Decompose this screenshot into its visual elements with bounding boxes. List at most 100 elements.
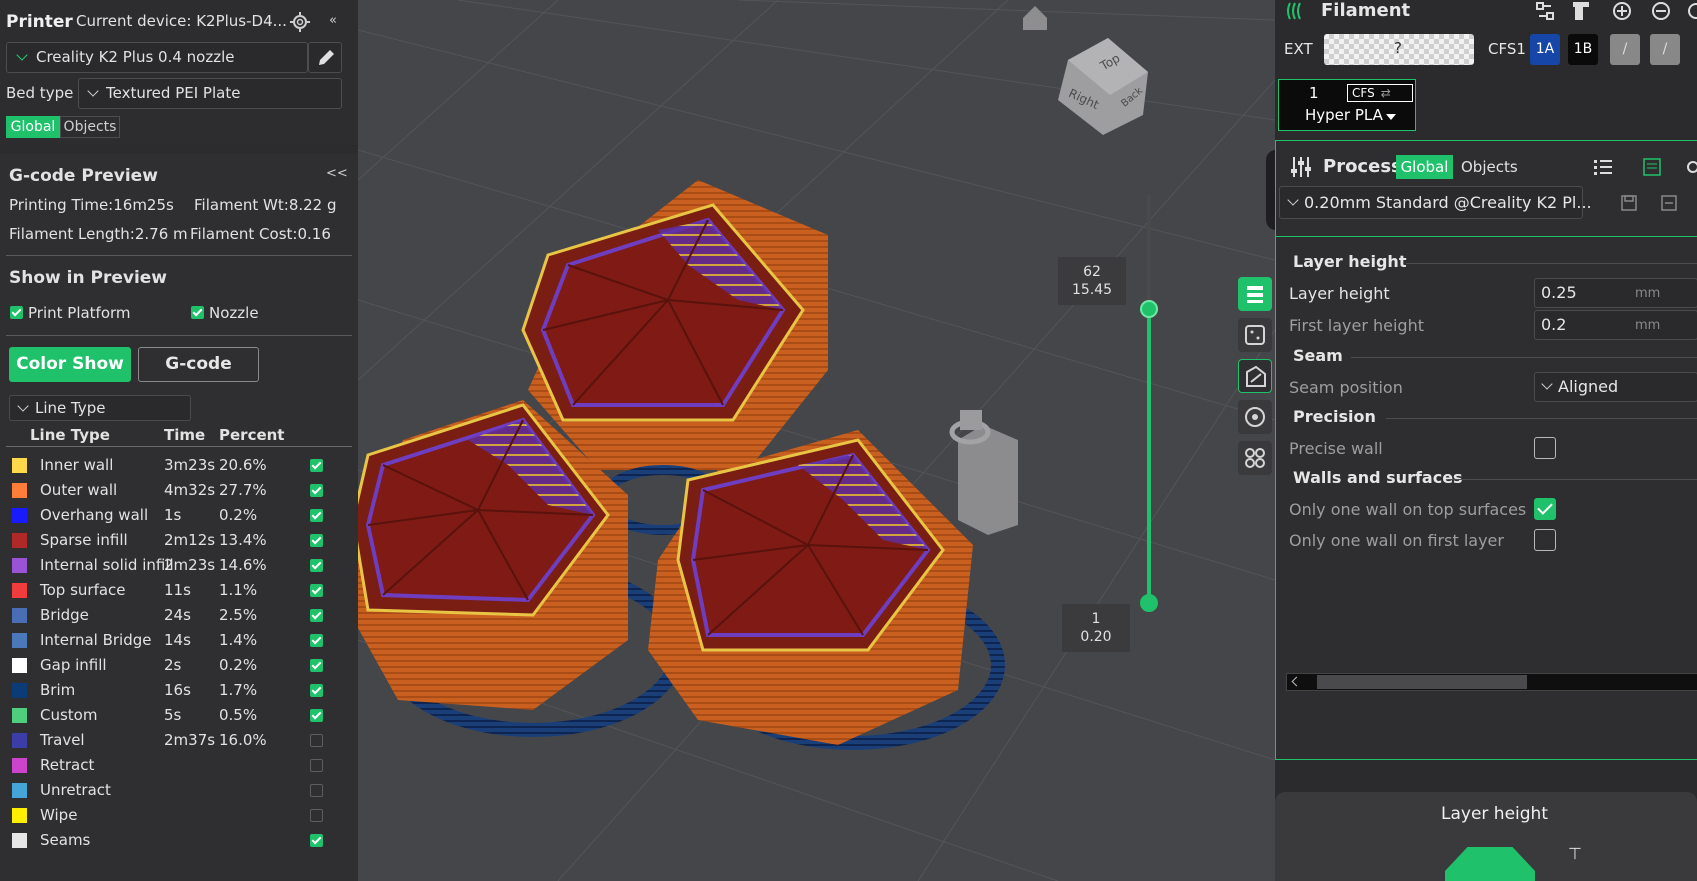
layer-height-input[interactable]: 0.25 mm (1534, 278, 1697, 308)
overhang-view-button[interactable] (1238, 359, 1272, 393)
line-type-visibility-checkbox[interactable] (310, 809, 323, 822)
process-title: Process (1323, 156, 1402, 177)
home-icon (1023, 6, 1047, 30)
line-type-color-swatch (12, 508, 27, 523)
3d-viewport[interactable]: Top Right Back 62 15.45 1 0.20 (358, 0, 1275, 881)
delete-preset-icon[interactable] (1659, 193, 1679, 213)
add-filament-icon[interactable] (1611, 0, 1633, 22)
line-type-color-swatch (12, 658, 27, 673)
list-icon[interactable] (1592, 156, 1614, 178)
notes-icon[interactable] (1641, 156, 1663, 178)
line-type-visibility-checkbox[interactable] (310, 784, 323, 797)
section-precision: Precision (1293, 407, 1376, 426)
first-layer-height-input[interactable]: 0.2 mm (1534, 310, 1697, 340)
edit-preset-button[interactable] (308, 42, 342, 73)
line-type-visibility-checkbox[interactable] (310, 734, 323, 747)
slot-1b[interactable]: 1B (1568, 34, 1598, 65)
section-seam: Seam (1293, 346, 1343, 365)
measure-button[interactable] (1238, 400, 1272, 434)
layer-slider-top-handle[interactable] (1140, 300, 1158, 318)
line-type-visibility-checkbox[interactable] (310, 609, 323, 622)
one-wall-top-checkbox[interactable] (1534, 498, 1556, 520)
remove-filament-icon[interactable] (1650, 0, 1672, 22)
layer-height-panel-title: Layer height (1441, 804, 1548, 824)
collapse-left-icon[interactable]: « (329, 13, 337, 28)
process-preset-select[interactable]: 0.20mm Standard @Creality K2 Pl... (1279, 186, 1592, 219)
scrollbar-thumb[interactable] (1317, 675, 1527, 689)
line-type-name: Gap infill (40, 656, 107, 674)
filament-card-cfs-badge: CFS ⇄ (1347, 84, 1413, 102)
first-layer-height-label: First layer height (1289, 316, 1424, 335)
save-icon[interactable] (1619, 193, 1639, 213)
scroll-left-icon[interactable] (1291, 676, 1302, 687)
line-type-time: 16s (164, 681, 191, 699)
bed-type-select[interactable]: Textured PEI Plate (78, 78, 342, 109)
spray-icon[interactable] (1570, 0, 1592, 22)
precise-wall-checkbox[interactable] (1534, 437, 1556, 459)
compare-icon[interactable] (1686, 156, 1697, 178)
line-type-visibility-checkbox[interactable] (310, 659, 323, 672)
divider (1406, 263, 1697, 264)
precise-wall-label: Precise wall (1289, 439, 1383, 458)
process-tab-global[interactable]: Global (1396, 155, 1453, 179)
one-wall-first-checkbox[interactable] (1534, 529, 1556, 551)
printer-tab-objects[interactable]: Objects (60, 116, 120, 138)
sidebar-collapse-tab[interactable] (1266, 150, 1275, 230)
line-type-name: Retract (40, 756, 95, 774)
assembly-button[interactable] (1238, 441, 1272, 475)
color-show-button[interactable]: Color Show (9, 347, 131, 382)
chevron-down-icon (87, 85, 99, 97)
sync-icon[interactable] (1534, 0, 1556, 22)
gear-icon[interactable] (289, 11, 311, 33)
select-region-button[interactable] (1238, 318, 1272, 352)
horizontal-scrollbar[interactable] (1286, 673, 1697, 691)
line-type-visibility-checkbox[interactable] (310, 834, 323, 847)
line-type-percent: 14.6% (219, 556, 267, 574)
process-tab-objects[interactable]: Objects (1461, 158, 1518, 176)
line-type-color-swatch (12, 708, 27, 723)
target-icon (1245, 407, 1265, 427)
line-type-visibility-checkbox[interactable] (310, 759, 323, 772)
line-type-visibility-checkbox[interactable] (310, 509, 323, 522)
layer-slider-bottom-handle[interactable] (1140, 594, 1158, 612)
line-type-color-swatch (12, 483, 27, 498)
line-type-color-swatch (12, 758, 27, 773)
line-type-color-swatch (12, 683, 27, 698)
line-type-visibility-checkbox[interactable] (310, 709, 323, 722)
line-type-name: Top surface (40, 581, 126, 599)
print-platform-checkbox[interactable] (10, 306, 23, 319)
line-type-time: 11s (164, 581, 191, 599)
line-type-visibility-checkbox[interactable] (310, 559, 323, 572)
line-type-visibility-checkbox[interactable] (310, 459, 323, 472)
line-type-visibility-checkbox[interactable] (310, 584, 323, 597)
slot-empty-1[interactable]: / (1610, 34, 1640, 65)
filament-settings-icon[interactable] (1685, 0, 1697, 22)
nozzle-label: Nozzle (209, 304, 259, 322)
section-walls: Walls and surfaces (1293, 468, 1463, 487)
line-type-visibility-checkbox[interactable] (310, 484, 323, 497)
filament-card[interactable]: 1 CFS ⇄ Hyper PLA (1278, 79, 1416, 131)
filament-length: Filament Length:2.76 m (9, 225, 188, 243)
layers-view-button[interactable] (1238, 277, 1272, 311)
filament-cost: Filament Cost:0.16 (190, 225, 331, 243)
line-type-visibility-checkbox[interactable] (310, 534, 323, 547)
gcode-button[interactable]: G-code (138, 347, 259, 382)
current-device[interactable]: Current device: K2Plus-D4... (76, 12, 287, 30)
line-type-percent: 16.0% (219, 731, 267, 749)
seam-position-select[interactable]: Aligned (1534, 372, 1697, 402)
nozzle-checkbox[interactable] (191, 306, 204, 319)
slot-empty-2[interactable]: / (1650, 34, 1680, 65)
slot-1a[interactable]: 1A (1530, 34, 1560, 65)
printer-preset-select[interactable]: Creality K2 Plus 0.4 nozzle (6, 42, 308, 73)
layer-height-value: 0.25 (1541, 283, 1577, 302)
line-type-name: Sparse infill (40, 531, 128, 549)
line-type-visibility-checkbox[interactable] (310, 634, 323, 647)
line-type-select-value: Line Type (35, 399, 106, 417)
line-type-visibility-checkbox[interactable] (310, 684, 323, 697)
printer-tab-global[interactable]: Global (6, 116, 60, 138)
gcode-preview-collapse[interactable]: << (326, 166, 348, 181)
ext-slot[interactable]: ? (1324, 34, 1474, 65)
process-section: Process Global Objects 0.20mm Standard @… (1275, 140, 1697, 760)
line-type-select[interactable]: Line Type (9, 395, 191, 421)
scene-canvas[interactable] (358, 0, 1275, 881)
